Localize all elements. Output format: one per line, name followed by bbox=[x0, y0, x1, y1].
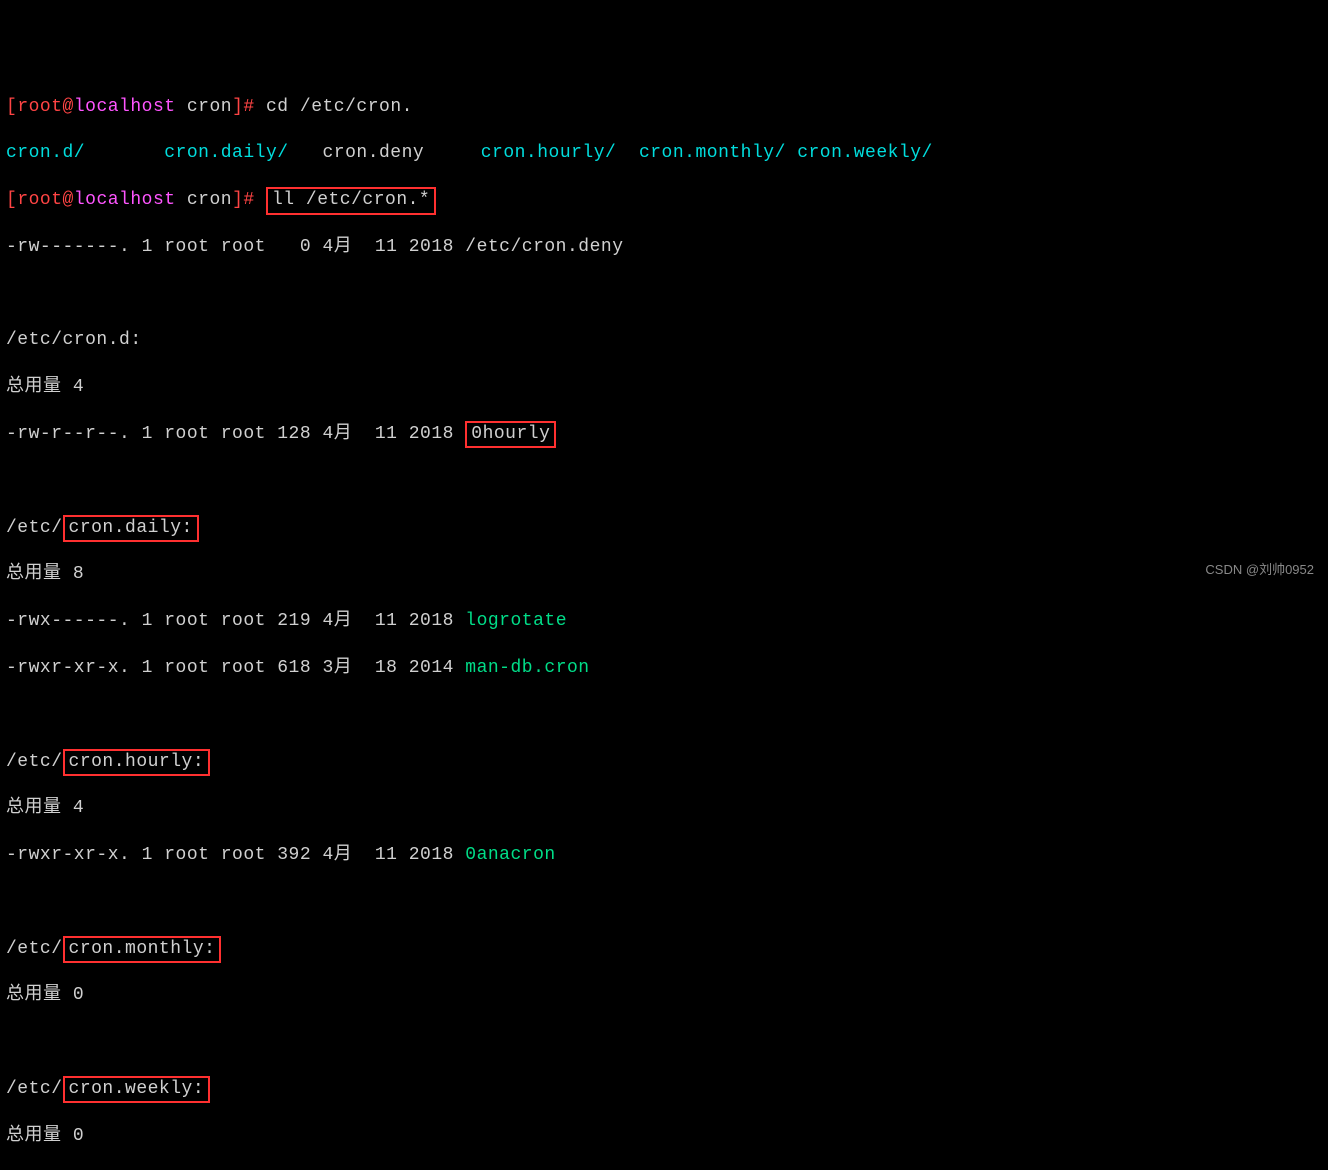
daily-file-2: man-db.cron bbox=[465, 658, 589, 678]
monthly-header: /etc/cron.monthly: bbox=[6, 938, 1322, 961]
weekly-total: 总用量 0 bbox=[6, 1125, 1322, 1148]
comp-crond: cron.d/ bbox=[6, 143, 85, 163]
username: root bbox=[17, 97, 62, 117]
prompt-line-2: [root@localhost cron]# ll /etc/cron.* bbox=[6, 189, 1322, 212]
hostname: localhost bbox=[74, 97, 176, 117]
blank bbox=[6, 1031, 1322, 1054]
bracket-open: [ bbox=[6, 190, 17, 210]
crond-file: 0hourly bbox=[471, 424, 550, 444]
cwd: cron bbox=[176, 97, 233, 117]
bracket-close: ]# bbox=[232, 97, 266, 117]
hourly-row-meta: -rwxr-xr-x. 1 root root 392 4月 11 2018 bbox=[6, 845, 465, 865]
crond-row-meta: -rw-r--r--. 1 root root 128 4月 11 2018 bbox=[6, 424, 465, 444]
daily-header-pre: /etc/ bbox=[6, 518, 63, 538]
crond-total: 总用量 4 bbox=[6, 376, 1322, 399]
comp-monthly: cron.monthly/ bbox=[639, 143, 786, 163]
watermark: CSDN @刘帅0952 bbox=[1205, 562, 1314, 579]
completion-line: cron.d/ cron.daily/ cron.deny cron.hourl… bbox=[6, 142, 1322, 165]
daily-header: /etc/cron.daily: bbox=[6, 517, 1322, 540]
hourly-header: /etc/cron.hourly: bbox=[6, 751, 1322, 774]
hourly-header-pre: /etc/ bbox=[6, 752, 63, 772]
blank bbox=[6, 704, 1322, 727]
cwd: cron bbox=[176, 190, 233, 210]
command-2[interactable]: ll /etc/cron.* bbox=[272, 190, 430, 210]
weekly-header: /etc/cron.weekly: bbox=[6, 1078, 1322, 1101]
crond-row: -rw-r--r--. 1 root root 128 4月 11 2018 0… bbox=[6, 423, 1322, 446]
crond-header: /etc/cron.d: bbox=[6, 329, 1322, 352]
daily-row1-meta: -rwx------. 1 root root 219 4月 11 2018 bbox=[6, 611, 465, 631]
prompt-line-1: [root@localhost cron]# cd /etc/cron. bbox=[6, 96, 1322, 119]
daily-file-1: logrotate bbox=[465, 611, 567, 631]
daily-row-2: -rwxr-xr-x. 1 root root 618 3月 18 2014 m… bbox=[6, 657, 1322, 680]
hostname: localhost bbox=[74, 190, 176, 210]
hourly-total: 总用量 4 bbox=[6, 797, 1322, 820]
highlight-weekly: cron.weekly: bbox=[63, 1076, 211, 1103]
at-sign: @ bbox=[63, 97, 74, 117]
comp-deny: cron.deny bbox=[322, 143, 424, 163]
hourly-file: 0anacron bbox=[465, 845, 555, 865]
blank bbox=[6, 283, 1322, 306]
deny-listing: -rw-------. 1 root root 0 4月 11 2018 /et… bbox=[6, 236, 1322, 259]
comp-daily: cron.daily/ bbox=[164, 143, 288, 163]
blank bbox=[6, 470, 1322, 493]
daily-row-1: -rwx------. 1 root root 219 4月 11 2018 l… bbox=[6, 610, 1322, 633]
daily-row2-meta: -rwxr-xr-x. 1 root root 618 3月 18 2014 bbox=[6, 658, 465, 678]
blank bbox=[6, 891, 1322, 914]
highlight-daily: cron.daily: bbox=[63, 515, 199, 542]
comp-hourly: cron.hourly/ bbox=[481, 143, 617, 163]
comp-weekly: cron.weekly/ bbox=[797, 143, 933, 163]
command-1[interactable]: cd /etc/cron. bbox=[266, 97, 413, 117]
daily-total: 总用量 8 bbox=[6, 563, 1322, 586]
monthly-total: 总用量 0 bbox=[6, 984, 1322, 1007]
highlight-cmd2: ll /etc/cron.* bbox=[266, 187, 436, 214]
at-sign: @ bbox=[63, 190, 74, 210]
highlight-0hourly: 0hourly bbox=[465, 421, 556, 448]
highlight-hourly: cron.hourly: bbox=[63, 749, 211, 776]
monthly-header-pre: /etc/ bbox=[6, 939, 63, 959]
weekly-header-pre: /etc/ bbox=[6, 1079, 63, 1099]
bracket-open: [ bbox=[6, 97, 17, 117]
highlight-monthly: cron.monthly: bbox=[63, 936, 222, 963]
username: root bbox=[17, 190, 62, 210]
bracket-close: ]# bbox=[232, 190, 266, 210]
hourly-row: -rwxr-xr-x. 1 root root 392 4月 11 2018 0… bbox=[6, 844, 1322, 867]
